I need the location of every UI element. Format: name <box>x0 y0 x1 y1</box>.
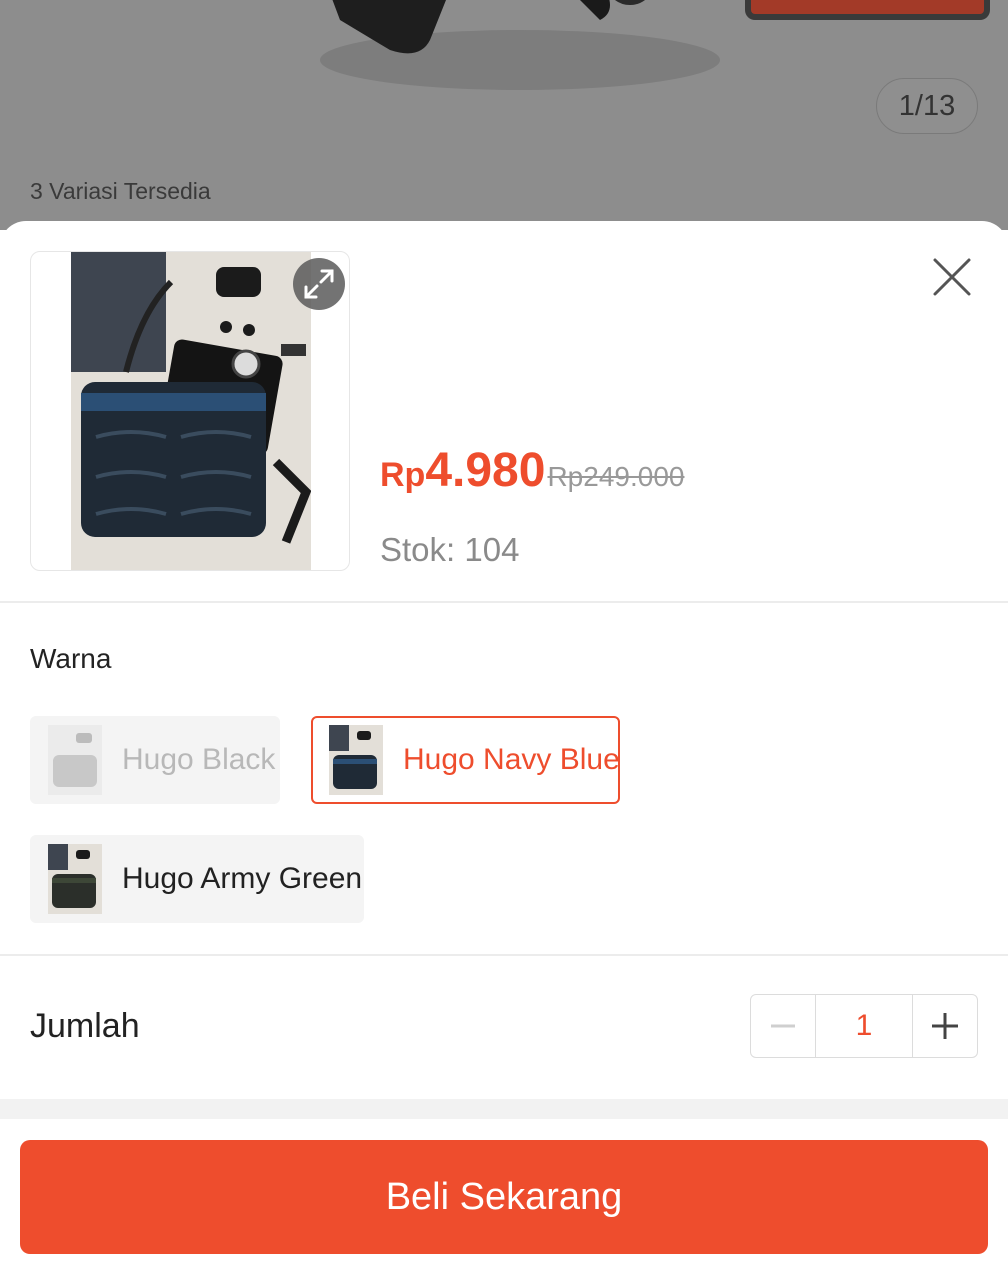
quantity-label: Jumlah <box>30 1007 140 1045</box>
variant-option-hugo-navy-blue[interactable]: Hugo Navy Blue <box>311 716 620 804</box>
variation-bottom-sheet: Rp 4.980 Rp249.000 Stok: 104 Warna Hugo … <box>0 221 1008 1280</box>
original-price: Rp249.000 <box>547 461 685 492</box>
stock-text: Stok: 104 <box>380 531 520 568</box>
background-product-view: 1/13 3 Variasi Tersedia <box>0 0 1008 230</box>
variant-label: Hugo Black <box>122 743 276 776</box>
divider <box>0 954 1008 956</box>
plus-icon <box>932 1013 958 1039</box>
background-action-button <box>745 0 990 20</box>
quantity-stepper: 1 <box>750 994 978 1058</box>
background-product-photo <box>320 0 720 90</box>
divider <box>0 601 1008 603</box>
expand-image-button[interactable] <box>293 258 345 310</box>
increment-button[interactable] <box>913 995 977 1057</box>
close-icon <box>933 258 971 296</box>
product-photo <box>71 252 311 570</box>
variant-thumbnail <box>48 725 102 795</box>
price-value: 4.980 <box>425 444 546 497</box>
close-button[interactable] <box>926 251 978 303</box>
variant-label: Hugo Navy Blue <box>403 743 620 776</box>
product-thumbnail[interactable] <box>30 251 350 571</box>
variant-option-hugo-army-green[interactable]: Hugo Army Green <box>30 835 364 923</box>
variation-label: Warna <box>30 643 112 674</box>
buy-now-button[interactable]: Beli Sekarang <box>20 1140 988 1254</box>
price-row: Rp 4.980 Rp249.000 <box>380 443 684 498</box>
image-counter: 1/13 <box>876 78 978 134</box>
price-currency: Rp <box>380 456 426 494</box>
expand-icon <box>304 269 334 299</box>
variant-thumbnail <box>48 844 102 914</box>
decrement-button[interactable] <box>751 995 815 1057</box>
quantity-input[interactable]: 1 <box>815 995 913 1057</box>
variant-option-hugo-black[interactable]: Hugo Black <box>30 716 280 804</box>
variants-available-note: 3 Variasi Tersedia <box>30 178 211 204</box>
variant-label: Hugo Army Green <box>122 862 363 895</box>
minus-icon <box>771 1024 795 1028</box>
footer-separator <box>0 1099 1008 1119</box>
variant-thumbnail <box>329 725 383 795</box>
